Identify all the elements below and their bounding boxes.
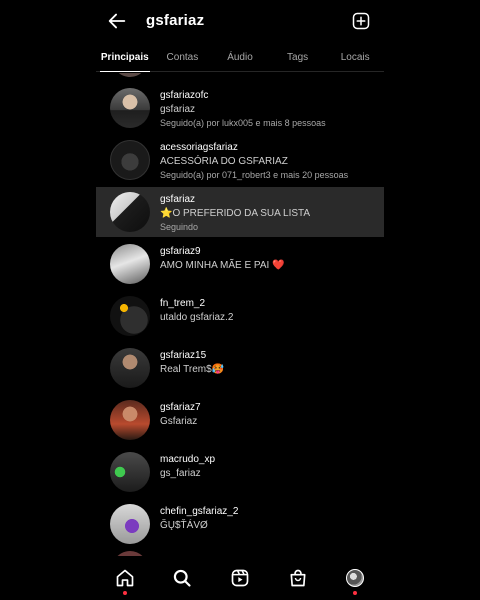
username: acessoriagsfariaz	[160, 142, 238, 153]
nav-shop[interactable]	[283, 563, 313, 593]
full-name: AMO MINHA MÃE E PAI ❤️	[160, 260, 285, 271]
search-tabs: Principais Contas Áudio Tags Locais	[96, 48, 384, 72]
username: fn_trem_2	[160, 298, 206, 309]
full-name: gsfariaz	[160, 104, 196, 115]
tab-audio[interactable]: Áudio	[211, 48, 269, 71]
search-icon	[174, 569, 191, 587]
avatar	[110, 452, 150, 492]
notification-dot	[122, 591, 127, 595]
tab-tags[interactable]: Tags	[269, 48, 327, 71]
full-name: utaldo gsfariaz.2	[160, 312, 234, 323]
avatar	[110, 348, 150, 388]
result-row[interactable]: chefin_gsfariaz_2 ĞŲ$ŤÁVØ	[96, 499, 384, 549]
username: chefin_gsfariaz_2	[160, 506, 239, 517]
nav-profile[interactable]	[340, 563, 370, 595]
full-name: Gsfariaz	[160, 416, 198, 427]
avatar	[110, 244, 150, 284]
result-row[interactable]: macrudo_xp gs_fariaz	[96, 447, 384, 497]
full-name: gs_fariaz	[160, 468, 201, 479]
profile-avatar	[346, 569, 365, 587]
username: gsfariaz15	[160, 350, 207, 361]
result-row[interactable]: gsfariaz7 Gsfariaz	[96, 395, 384, 445]
result-row[interactable]: gsfariaz15 Real Trem$🥵	[96, 343, 384, 393]
full-name: ⭐O PREFERIDO DA SUA LISTA	[160, 208, 311, 219]
username: gsfariaz	[160, 194, 196, 205]
search-results-screen: gsfariaz Principais Contas Áudio Tags Lo…	[96, 0, 384, 600]
avatar	[110, 192, 150, 232]
notification-dot	[353, 591, 358, 595]
username: gsfariazofc	[160, 90, 209, 101]
follow-info: Seguido(a) por lukx005 e mais 8 pessoas	[160, 118, 326, 128]
nav-reels[interactable]	[225, 563, 255, 593]
nav-home[interactable]	[110, 563, 140, 595]
tab-locais[interactable]: Locais	[326, 48, 384, 71]
partial-avatar	[112, 73, 148, 77]
reels-icon	[231, 569, 249, 587]
avatar	[110, 88, 150, 128]
tab-contas[interactable]: Contas	[154, 48, 212, 71]
result-row[interactable]: acessoriagsfariaz ACESSÓRIA DO GSFARIAZ …	[96, 135, 384, 185]
follow-info: Seguindo	[160, 222, 199, 232]
avatar	[110, 400, 150, 440]
follow-info: Seguido(a) por 071_robert3 e mais 20 pes…	[160, 170, 349, 180]
username: macrudo_xp	[160, 454, 216, 465]
result-row[interactable]: gsfariaz ⭐O PREFERIDO DA SUA LISTA Segui…	[96, 187, 384, 237]
full-name: ĞŲ$ŤÁVØ	[160, 520, 208, 531]
page-title: gsfariaz	[146, 12, 205, 29]
header: gsfariaz	[96, 0, 384, 42]
avatar	[110, 296, 150, 336]
avatar	[110, 140, 150, 180]
tab-principais[interactable]: Principais	[96, 48, 154, 72]
nav-search[interactable]	[167, 563, 197, 593]
result-row[interactable]: fn_trem_2 utaldo gsfariaz.2	[96, 291, 384, 341]
result-row[interactable]: gsfariaz9 AMO MINHA MÃE E PAI ❤️	[96, 239, 384, 289]
result-row[interactable]: gsfariazofc gsfariaz Seguido(a) por lukx…	[96, 83, 384, 133]
home-icon	[116, 569, 134, 587]
username: gsfariaz7	[160, 402, 201, 413]
full-name: Real Trem$🥵	[160, 364, 225, 375]
arrow-left-icon[interactable]	[106, 10, 128, 32]
full-name: ACESSÓRIA DO GSFARIAZ	[160, 156, 288, 167]
results-list: gsfariazofc gsfariaz Seguido(a) por lukx…	[96, 73, 384, 556]
plus-square-icon[interactable]	[352, 12, 370, 30]
avatar	[110, 504, 150, 544]
shop-icon	[290, 569, 306, 587]
username: gsfariaz9	[160, 246, 201, 257]
bottom-nav	[96, 556, 384, 600]
